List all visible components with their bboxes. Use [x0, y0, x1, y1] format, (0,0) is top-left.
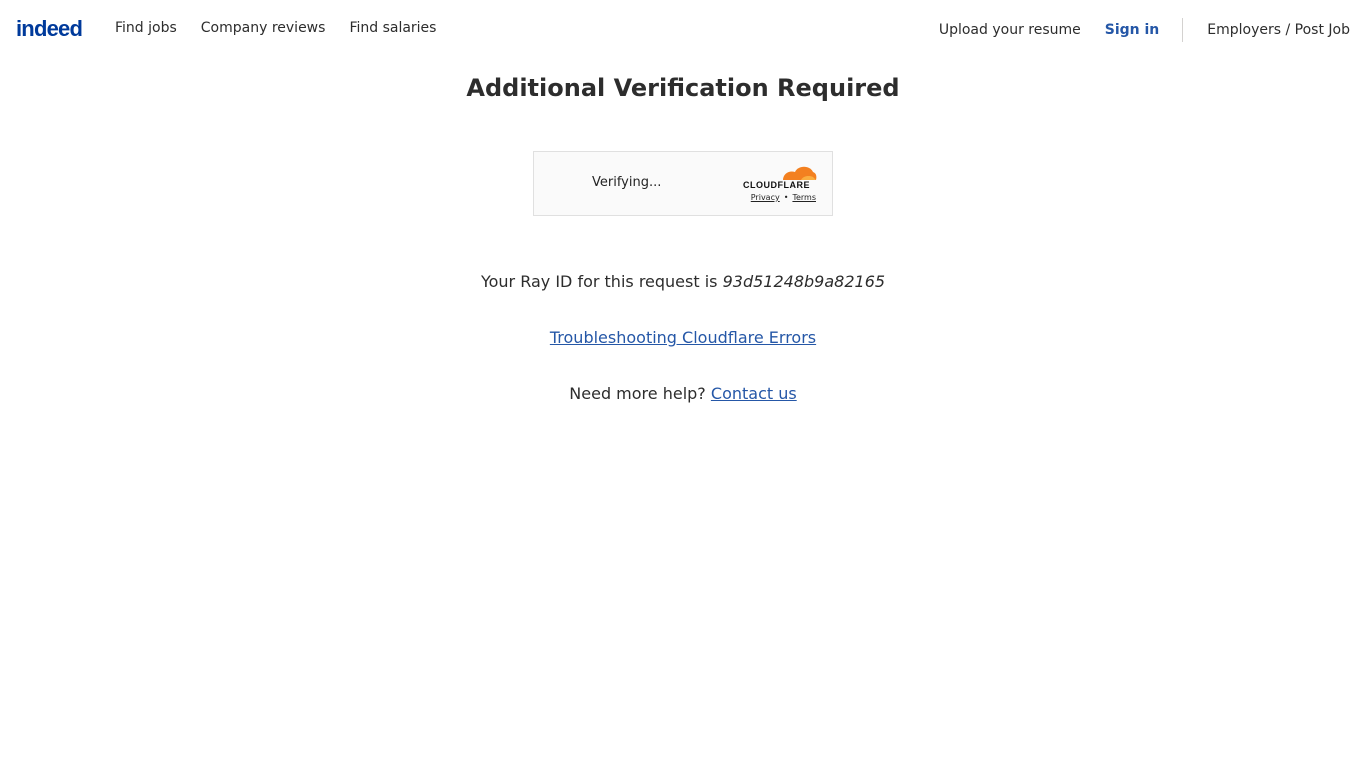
nav-find-jobs[interactable]: Find jobs [115, 18, 177, 38]
main-nav: Find jobs Company reviews Find salaries [115, 18, 436, 38]
logo-text: indeed [16, 16, 83, 41]
verifying-status: Verifying... [592, 175, 662, 190]
ray-id-prefix: Your Ray ID for this request is [480, 272, 718, 291]
nav-company-reviews[interactable]: Company reviews [201, 18, 326, 38]
nav-find-salaries[interactable]: Find salaries [349, 18, 436, 38]
account-nav: Upload your resume Sign in Employers / P… [939, 18, 1350, 42]
widget-links: Privacy • Terms [751, 193, 816, 202]
help-prefix: Need more help? [569, 384, 706, 403]
indeed-logo[interactable]: indeed [16, 14, 83, 42]
site-header: indeed Find jobs Company reviews Find sa… [0, 0, 1366, 56]
help-row: Need more help? Contact us [0, 382, 1366, 406]
sign-in-link[interactable]: Sign in [1105, 20, 1160, 40]
upload-resume-link[interactable]: Upload your resume [939, 20, 1081, 40]
troubleshooting-row: Troubleshooting Cloudflare Errors [0, 326, 1366, 350]
contact-us-link[interactable]: Contact us [711, 384, 797, 403]
ray-id-text: Your Ray ID for this request is 93d51248… [0, 270, 1366, 294]
privacy-link[interactable]: Privacy [751, 193, 780, 202]
employers-post-job-link[interactable]: Employers / Post Job [1207, 20, 1350, 40]
cloudflare-wordmark: CLOUDFLARE [743, 180, 810, 190]
terms-link[interactable]: Terms [792, 193, 816, 202]
nav-divider [1182, 18, 1184, 42]
cloudflare-turnstile-widget[interactable]: Verifying... CLOUDFLARE Privacy • Terms [533, 151, 833, 216]
links-separator: • [783, 193, 789, 202]
page-title: Additional Verification Required [466, 74, 900, 102]
troubleshooting-link[interactable]: Troubleshooting Cloudflare Errors [550, 328, 816, 347]
ray-id-value: 93d51248b9a82165 [722, 272, 886, 291]
